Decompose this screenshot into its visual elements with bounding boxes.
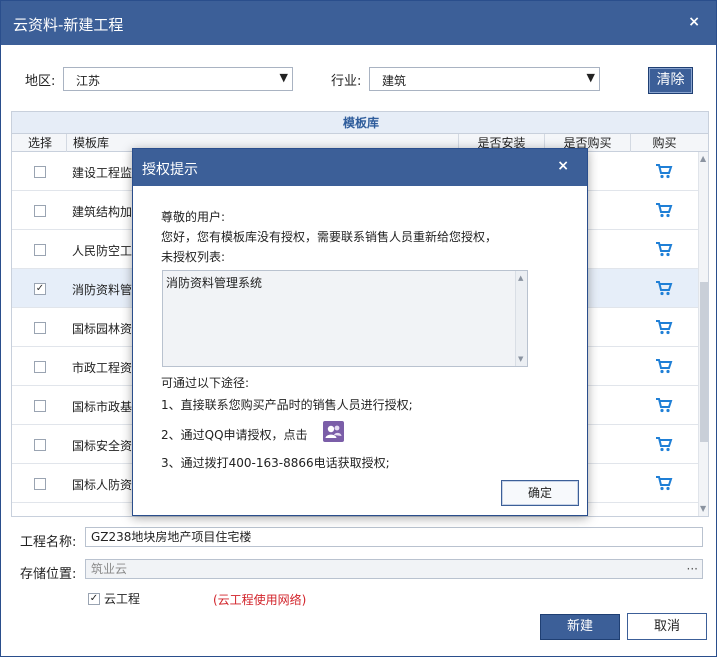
way-1: 1、直接联系您购买产品时的销售人员进行授权; xyxy=(161,398,413,412)
table-caption: 模板库 xyxy=(12,112,708,134)
cloud-label: 云工程 xyxy=(104,592,141,606)
new-project-window: 云资料-新建工程 × 地区: 江苏 ▼ 行业: 建筑 ▼ 清除 模板库 选择 模… xyxy=(0,0,717,657)
template-name: 建筑结构加 xyxy=(72,205,133,219)
template-name: 建设工程监 xyxy=(72,166,133,180)
scroll-up-icon[interactable]: ▲ xyxy=(518,274,523,282)
dialog-message: 您好，您有模板库没有授权，需要联系销售人员重新给您授权， xyxy=(161,230,498,244)
template-name: 市政工程资 xyxy=(72,361,133,375)
scroll-down-icon[interactable]: ▼ xyxy=(518,355,523,363)
storage-value: 筑业云 xyxy=(91,562,128,576)
table-scrollbar[interactable]: ▲ ▼ xyxy=(698,152,708,516)
cloud-checkbox[interactable]: ✓ xyxy=(88,593,100,605)
industry-select[interactable]: 建筑 ▼ xyxy=(369,67,600,91)
list-item: 消防资料管理系统 xyxy=(166,276,263,290)
way-2: 2、通过QQ申请授权，点击 xyxy=(161,428,308,442)
dialog-close-icon[interactable]: × xyxy=(557,158,569,174)
scroll-down-icon[interactable]: ▼ xyxy=(700,504,706,513)
row-checkbox[interactable] xyxy=(34,322,46,334)
project-name-label: 工程名称: xyxy=(20,535,77,550)
cancel-button[interactable]: 取消 xyxy=(627,613,707,640)
template-name: 国标安全资 xyxy=(72,439,133,453)
row-checkbox[interactable]: ✓ xyxy=(34,283,46,295)
cart-icon[interactable] xyxy=(655,358,673,374)
template-name: 国标人防资 xyxy=(72,478,133,492)
scrollbar-thumb[interactable] xyxy=(700,282,708,442)
cart-icon[interactable] xyxy=(655,280,673,296)
ways-label: 可通过以下途径: xyxy=(161,376,250,390)
scroll-up-icon[interactable]: ▲ xyxy=(700,154,706,163)
row-checkbox[interactable] xyxy=(34,361,46,373)
dialog-title: 授权提示 xyxy=(142,162,198,178)
chevron-down-icon: ▼ xyxy=(586,71,595,84)
dialog-titlebar: 授权提示 × xyxy=(133,149,587,186)
ok-button[interactable]: 确定 xyxy=(501,480,579,506)
template-name: 国标园林资 xyxy=(72,322,133,336)
region-select[interactable]: 江苏 ▼ xyxy=(63,67,293,91)
new-button[interactable]: 新建 xyxy=(540,614,620,640)
browse-icon[interactable]: ··· xyxy=(687,560,698,578)
window-title: 云资料-新建工程 xyxy=(13,16,124,34)
unauthorized-list[interactable]: 消防资料管理系统 ▲ ▼ xyxy=(162,270,528,367)
dialog-body: 尊敬的用户: 您好，您有模板库没有授权，需要联系销售人员重新给您授权， 未授权列… xyxy=(133,186,587,515)
authorization-dialog: 授权提示 × 尊敬的用户: 您好，您有模板库没有授权，需要联系销售人员重新给您授… xyxy=(132,148,588,516)
cart-icon[interactable] xyxy=(655,436,673,452)
row-checkbox[interactable] xyxy=(34,166,46,178)
row-checkbox[interactable] xyxy=(34,205,46,217)
row-checkbox[interactable] xyxy=(34,478,46,490)
cart-icon[interactable] xyxy=(655,163,673,179)
cart-icon[interactable] xyxy=(655,241,673,257)
cart-icon[interactable] xyxy=(655,202,673,218)
row-checkbox[interactable] xyxy=(34,244,46,256)
cloud-hint: (云工程使用网络) xyxy=(213,593,307,607)
column-header-buy: 购买 xyxy=(652,136,677,150)
dialog-greeting: 尊敬的用户: xyxy=(161,210,226,224)
clear-button[interactable]: 清除 xyxy=(648,67,693,94)
industry-value: 建筑 xyxy=(382,74,407,88)
region-value: 江苏 xyxy=(76,74,101,88)
way-3: 3、通过拨打400-163-8866电话获取授权; xyxy=(161,456,390,470)
industry-label: 行业: xyxy=(331,74,362,89)
project-name-input[interactable]: GZ238地块房地产项目住宅楼 xyxy=(85,527,703,547)
cart-icon[interactable] xyxy=(655,397,673,413)
chevron-down-icon: ▼ xyxy=(279,71,288,84)
row-checkbox[interactable] xyxy=(34,400,46,412)
cart-icon[interactable] xyxy=(655,475,673,491)
unauthorized-list-label: 未授权列表: xyxy=(161,250,226,264)
list-scrollbar[interactable]: ▲ ▼ xyxy=(515,271,527,366)
template-name: 人民防空工 xyxy=(72,244,133,258)
row-checkbox[interactable] xyxy=(34,439,46,451)
cart-icon[interactable] xyxy=(655,319,673,335)
column-header-select: 选择 xyxy=(12,134,67,152)
storage-input[interactable]: 筑业云 ··· xyxy=(85,559,703,579)
filter-bar: 地区: 江苏 ▼ 行业: 建筑 ▼ 清除 xyxy=(1,45,716,109)
storage-label: 存储位置: xyxy=(20,567,77,582)
region-label: 地区: xyxy=(25,74,56,89)
template-name: 消防资料管 xyxy=(72,283,133,297)
window-close-icon[interactable]: × xyxy=(688,14,700,30)
template-name: 国标市政基 xyxy=(72,400,133,414)
qq-contact-icon[interactable] xyxy=(323,421,344,442)
window-titlebar: 云资料-新建工程 × xyxy=(1,1,716,45)
